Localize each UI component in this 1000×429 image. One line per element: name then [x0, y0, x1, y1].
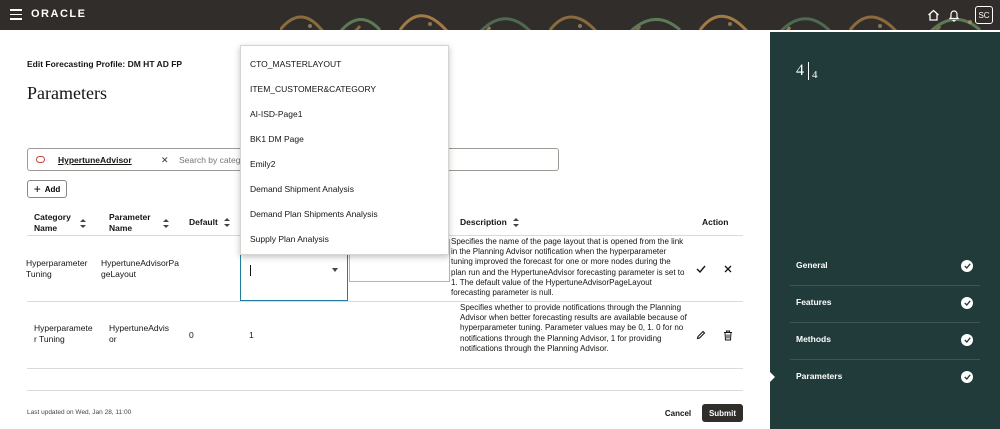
step-current: 4 [796, 62, 804, 79]
row-2-default: 0 [189, 330, 194, 340]
row-1-category: Hyperparameter Tuning [26, 258, 88, 279]
dropdown-option[interactable]: Demand Plan Shipments Analysis [250, 209, 378, 220]
cancel-button[interactable]: Cancel [660, 405, 696, 421]
column-header-parameter-label: Parameter Name [109, 212, 151, 233]
sort-icon[interactable] [163, 218, 170, 228]
row-2-category: Hyperparameter Tuning [34, 323, 93, 344]
dropdown-option[interactable]: Supply Plan Analysis [250, 234, 329, 245]
step-total: 4 [812, 69, 818, 81]
sort-icon[interactable] [223, 218, 231, 227]
train-step-label: Parameters [796, 371, 843, 381]
sort-icon[interactable] [80, 218, 87, 228]
app-header: ORACLE SC [0, 0, 1000, 30]
column-header-default-label: Default [189, 217, 218, 227]
filter-chip[interactable]: HypertuneAdvisor [58, 153, 132, 167]
oracle-logo: ORACLE [31, 8, 87, 20]
hamburger-icon[interactable] [10, 9, 22, 20]
check-circle-icon [961, 334, 973, 346]
column-header-description[interactable]: Description [460, 217, 520, 228]
dropdown-option[interactable]: CTO_MASTERLAYOUT [250, 59, 341, 70]
table-row-divider [27, 301, 743, 302]
add-button-label: Add [44, 184, 61, 194]
header-decorative-pattern [280, 14, 981, 30]
column-header-category[interactable]: Category Name [34, 212, 96, 234]
edit-pencil-icon[interactable] [695, 329, 707, 341]
row-2-parameter: HypertuneAdvisor [109, 323, 170, 344]
step-separator [808, 62, 809, 80]
row-1-description: Specifies the name of the page layout th… [451, 237, 685, 298]
last-updated-text: Last updated on Wed, Jan 28, 11:00 [27, 409, 132, 416]
delete-trash-icon[interactable] [722, 329, 734, 341]
chevron-down-icon[interactable] [332, 268, 338, 272]
train-panel: 4 4 General Features Methods Parameters [770, 32, 1000, 429]
table-row-divider [27, 368, 743, 369]
column-header-default[interactable]: Default [189, 217, 231, 228]
home-icon[interactable] [924, 6, 942, 24]
add-button[interactable]: + Add [27, 180, 67, 198]
step-counter: 4 4 [796, 62, 818, 81]
train-step-parameters[interactable]: Parameters [770, 359, 1000, 396]
column-header-action: Action [702, 217, 728, 228]
remove-chip-icon[interactable]: ✕ [161, 153, 169, 167]
train-step-label: General [796, 260, 828, 270]
check-circle-icon [961, 260, 973, 272]
current-step-pointer [770, 372, 775, 382]
footer-divider [27, 390, 743, 391]
row-2-value: 1 [249, 330, 254, 340]
filter-chip-icon [36, 156, 45, 163]
dropdown-option[interactable]: AI-ISD-Page1 [250, 109, 302, 120]
user-avatar[interactable]: SC [975, 6, 993, 24]
train-step-label: Features [796, 297, 832, 307]
profile-title: Edit Forecasting Profile: DM HT AD FP [27, 59, 183, 69]
column-header-parameter[interactable]: Parameter Name [109, 212, 179, 234]
column-header-description-label: Description [460, 217, 507, 227]
row-2-description: Specifies whether to provide notificatio… [460, 303, 687, 353]
plus-icon: + [33, 182, 41, 196]
text-cursor [250, 265, 251, 276]
dropdown-option[interactable]: Emily2 [250, 159, 276, 170]
train-step-methods[interactable]: Methods [770, 322, 1000, 359]
dropdown-option[interactable]: ITEM_CUSTOMER&CATEGORY [250, 84, 376, 95]
train-step-general[interactable]: General [770, 248, 1000, 285]
check-circle-icon [961, 371, 973, 383]
train-step-features[interactable]: Features [770, 285, 1000, 322]
check-circle-icon [961, 297, 973, 309]
train-step-label: Methods [796, 334, 831, 344]
layout-dropdown-list: CTO_MASTERLAYOUT ITEM_CUSTOMER&CATEGORY … [240, 45, 449, 255]
dropdown-option[interactable]: BK1 DM Page [250, 134, 304, 145]
cancel-edit-icon[interactable] [722, 263, 734, 275]
sort-icon[interactable] [512, 218, 520, 227]
dropdown-option[interactable]: Demand Shipment Analysis [250, 184, 354, 195]
bell-icon[interactable] [945, 6, 963, 24]
submit-button[interactable]: Submit [702, 404, 743, 422]
column-header-action-label: Action [702, 217, 729, 227]
column-header-category-label: Category Name [34, 212, 71, 233]
page-title: Parameters [27, 83, 107, 103]
confirm-check-icon[interactable] [695, 263, 707, 275]
row-1-parameter: HypertuneAdvisorPageLayout [101, 258, 179, 279]
